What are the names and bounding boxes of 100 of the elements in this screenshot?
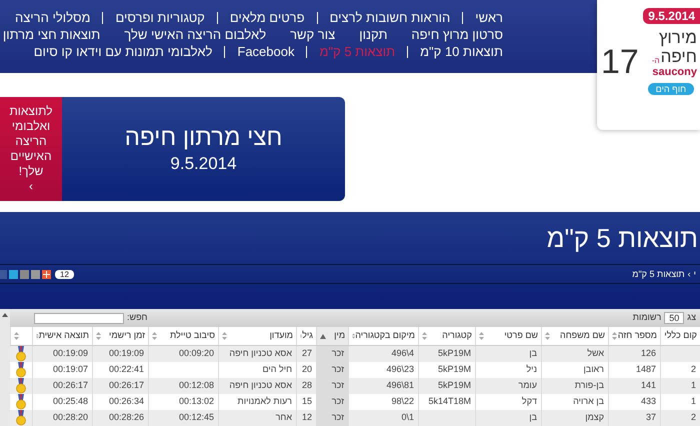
table-cell-text: 00:09:20	[178, 347, 214, 360]
sort-icon	[422, 332, 427, 340]
logo-prefix: ה-	[652, 56, 660, 66]
nav-link[interactable]: מסלולי הריצה	[14, 10, 90, 26]
table-cell-text: אחר	[276, 411, 292, 424]
sort-icon	[545, 332, 550, 340]
promo-arrow: ›	[29, 179, 33, 194]
nav-link[interactable]: צור קשר	[290, 27, 336, 43]
table-cell-text: 433	[640, 395, 656, 408]
table-cell-text: חיל הים	[262, 363, 292, 376]
nav-link[interactable]: סרטון מרוץ חיפה	[411, 27, 503, 43]
table-cell-text: זכר	[332, 411, 344, 424]
table-cell-text: 00:19:09	[108, 347, 144, 360]
show-label: צג	[687, 311, 696, 324]
table-cell-text: 98\22	[391, 395, 414, 408]
sort-icon	[152, 332, 157, 340]
table-cell-text: 00:13:02	[178, 395, 214, 408]
table-cell-text: בן	[529, 347, 537, 360]
scrollbar[interactable]	[0, 309, 10, 426]
event-title: חצי מרתון חיפה	[124, 123, 282, 153]
nav-link[interactable]: לאלבום הריצה האישי שלך	[124, 27, 266, 43]
page-title: תוצאות 5 ק"מ	[546, 223, 698, 254]
nav-link[interactable]: תוצאות 10 ק"מ	[420, 44, 503, 60]
nav-link[interactable]: תקנון	[359, 27, 388, 43]
table-cell-text: 27	[302, 347, 312, 360]
table-cell-text: 496\23	[386, 363, 414, 376]
table-cell-text: קצמן	[585, 411, 604, 424]
column-header[interactable]: מין	[316, 327, 348, 345]
column-header[interactable]: זמן רישמי	[92, 327, 148, 345]
table-cell-text: 00:28:20	[52, 411, 88, 424]
nav-link[interactable]: קטגוריות ופרסים	[115, 10, 205, 26]
table-cell-text: 00:19:09	[52, 347, 88, 360]
table-cell-text: 15	[302, 395, 312, 408]
table-cell-text: 00:19:07	[52, 363, 88, 376]
sort-icon	[96, 332, 101, 340]
table-cell-text: 0\1	[401, 411, 414, 424]
breadcrumb-link[interactable]: י	[694, 268, 696, 282]
sort-icon	[14, 332, 19, 340]
breadcrumb-link[interactable]: תוצאות 5 ק"מ	[632, 268, 685, 282]
scroll-up-icon[interactable]	[2, 313, 8, 317]
table-cell-text: זכר	[332, 363, 344, 376]
search-field[interactable]	[34, 312, 124, 324]
sort-icon	[36, 332, 39, 340]
promo-banner[interactable]: לתוצאות ואלבומי הריצה האישיים שלך! ›	[0, 97, 62, 201]
column-header[interactable]: שם פרטי	[475, 327, 541, 345]
table-cell-text: 37	[646, 411, 656, 424]
table-cell-text: זכר	[332, 347, 344, 360]
table-cell-text: ניל	[526, 363, 537, 376]
nav-link[interactable]: הוראות חשובות לרצים	[330, 10, 450, 26]
nav-link[interactable]: לאלבומי תמונות עם וידאו קו סיום	[34, 44, 212, 60]
nav-link[interactable]: תוצאות חצי מרתון	[2, 27, 100, 43]
sort-ascending-icon	[320, 334, 326, 338]
table-cell-text: 5k14T18M	[428, 395, 471, 408]
table-cell-text: 20	[302, 363, 312, 376]
event-date: 9.5.2014	[170, 153, 237, 175]
promo-text: לתוצאות ואלבומי הריצה האישיים שלך!	[8, 104, 54, 179]
table-cell-text: 496\4	[391, 347, 414, 360]
table-cell-text: 5kP19M	[438, 347, 471, 360]
search-label: חפש:	[127, 311, 148, 324]
table-cell-text: אסא טכניון חיפה	[229, 347, 292, 360]
logo-title: מירוץ	[658, 28, 697, 47]
nav-link[interactable]: פרטים מלאים	[230, 10, 305, 26]
sort-icon	[479, 332, 484, 340]
logo-number: 17	[601, 42, 639, 82]
sort-icon	[222, 332, 227, 340]
column-header[interactable]: סיבוב טיילת	[148, 327, 218, 345]
table-cell-text: 28	[302, 379, 312, 392]
table-cell-text: 00:28:26	[108, 411, 144, 424]
sort-icon	[612, 332, 617, 340]
table-cell-text: 00:12:45	[178, 411, 214, 424]
plus-icon[interactable]	[42, 270, 51, 279]
page-size-select[interactable]: 50	[664, 312, 684, 324]
nav-link[interactable]: ראשי	[475, 10, 503, 26]
share-count: 12	[55, 270, 74, 279]
column-header[interactable]: שם משפחה	[541, 327, 608, 345]
table-cell-text: רעות לאמנויות	[238, 395, 292, 408]
table-cell-text: 1	[690, 379, 696, 392]
breadcrumb-separator: ›	[688, 268, 691, 281]
logo-date: 9.5.2014	[643, 8, 700, 24]
table-cell-text: 00:22:41	[108, 363, 144, 376]
table-cell-text: 2	[690, 363, 696, 376]
table-cell-text: 00:26:17	[52, 379, 88, 392]
table-cell-text: 141	[640, 379, 656, 392]
table-cell-text: 496\81	[386, 379, 414, 392]
logo-tagline: חוף הים	[648, 83, 694, 95]
nav-link[interactable]: Facebook	[237, 44, 294, 60]
table-cell-text: בן-פורת	[574, 379, 604, 392]
table-cell-text: 126	[640, 347, 656, 360]
table-cell-text: 5kP19M	[438, 379, 471, 392]
table-cell-text: 1487	[636, 363, 656, 376]
table-cell-text: זכר	[332, 395, 344, 408]
table-cell-text: בן	[529, 411, 537, 424]
table-cell-text: 12	[302, 411, 312, 424]
table-cell-text: אסא טכניון חיפה	[229, 379, 292, 392]
column-header[interactable]: גיל	[296, 327, 316, 345]
table-cell-text: זכר	[332, 379, 344, 392]
table-cell-text: אשל	[587, 347, 604, 360]
table-cell-text: 00:12:08	[178, 379, 214, 392]
table-cell-text: ראובן	[583, 363, 604, 376]
table-cell-text: 5kP19M	[438, 363, 471, 376]
